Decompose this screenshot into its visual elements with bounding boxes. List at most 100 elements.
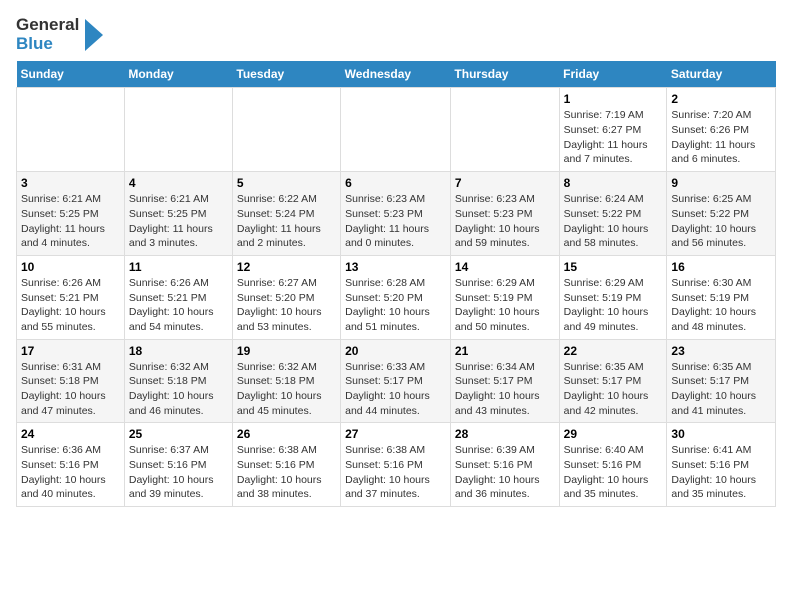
calendar-cell: 26 Sunrise: 6:38 AM Sunset: 5:16 PM Dayli… [232,423,340,507]
calendar-cell: 17Sunrise: 6:31 AM Sunset: 5:18 PM Dayli… [17,339,125,423]
day-info: Sunrise: 6:35 AM Sunset: 5:17 PM Dayligh… [671,360,771,419]
calendar-cell: 23 Sunrise: 6:35 AM Sunset: 5:17 PM Dayli… [667,339,776,423]
day-number: 28 [455,427,555,441]
calendar-cell: 8 Sunrise: 6:24 AM Sunset: 5:22 PM Daylig… [559,172,667,256]
calendar-cell: 14 Sunrise: 6:29 AM Sunset: 5:19 PM Dayli… [450,255,559,339]
day-number: 20 [345,344,446,358]
day-number: 23 [671,344,771,358]
day-info: Sunrise: 6:36 AM Sunset: 5:16 PM Dayligh… [21,443,120,502]
calendar-cell: 1Sunrise: 7:19 AM Sunset: 6:27 PM Daylig… [559,88,667,172]
day-info: Sunrise: 6:33 AM Sunset: 5:17 PM Dayligh… [345,360,446,419]
weekday-header-tuesday: Tuesday [232,61,340,88]
weekday-header-row: SundayMondayTuesdayWednesdayThursdayFrid… [17,61,776,88]
day-number: 19 [237,344,336,358]
calendar-cell: 3 Sunrise: 6:21 AM Sunset: 5:25 PM Daylig… [17,172,125,256]
day-number: 29 [564,427,663,441]
day-number: 14 [455,260,555,274]
day-info: Sunrise: 7:19 AM Sunset: 6:27 PM Dayligh… [564,108,663,167]
logo-blue-text: Blue [16,35,79,54]
calendar-cell [341,88,451,172]
day-info: Sunrise: 6:27 AM Sunset: 5:20 PM Dayligh… [237,276,336,335]
day-info: Sunrise: 6:37 AM Sunset: 5:16 PM Dayligh… [129,443,228,502]
day-info: Sunrise: 6:32 AM Sunset: 5:18 PM Dayligh… [237,360,336,419]
calendar-cell: 19 Sunrise: 6:32 AM Sunset: 5:18 PM Dayli… [232,339,340,423]
calendar-cell: 7 Sunrise: 6:23 AM Sunset: 5:23 PM Daylig… [450,172,559,256]
day-number: 26 [237,427,336,441]
weekday-header-sunday: Sunday [17,61,125,88]
day-info: Sunrise: 6:38 AM Sunset: 5:16 PM Dayligh… [237,443,336,502]
weekday-header-wednesday: Wednesday [341,61,451,88]
day-info: Sunrise: 6:29 AM Sunset: 5:19 PM Dayligh… [455,276,555,335]
calendar-cell [450,88,559,172]
day-info: Sunrise: 6:35 AM Sunset: 5:17 PM Dayligh… [564,360,663,419]
calendar-cell: 18 Sunrise: 6:32 AM Sunset: 5:18 PM Dayli… [124,339,232,423]
calendar-cell: 6 Sunrise: 6:23 AM Sunset: 5:23 PM Daylig… [341,172,451,256]
calendar-cell: 30 Sunrise: 6:41 AM Sunset: 5:16 PM Dayli… [667,423,776,507]
calendar-table: SundayMondayTuesdayWednesdayThursdayFrid… [16,61,776,507]
calendar-cell: 27 Sunrise: 6:38 AM Sunset: 5:16 PM Dayli… [341,423,451,507]
day-info: Sunrise: 6:25 AM Sunset: 5:22 PM Dayligh… [671,192,771,251]
day-number: 30 [671,427,771,441]
day-info: Sunrise: 6:41 AM Sunset: 5:16 PM Dayligh… [671,443,771,502]
logo-chevron-icon [83,17,105,53]
weekday-header-monday: Monday [124,61,232,88]
day-info: Sunrise: 6:34 AM Sunset: 5:17 PM Dayligh… [455,360,555,419]
week-row-5: 24Sunrise: 6:36 AM Sunset: 5:16 PM Dayli… [17,423,776,507]
calendar-cell: 28 Sunrise: 6:39 AM Sunset: 5:16 PM Dayli… [450,423,559,507]
day-number: 5 [237,176,336,190]
week-row-2: 3 Sunrise: 6:21 AM Sunset: 5:25 PM Daylig… [17,172,776,256]
calendar-cell: 11 Sunrise: 6:26 AM Sunset: 5:21 PM Dayli… [124,255,232,339]
calendar-cell [232,88,340,172]
calendar-cell: 15 Sunrise: 6:29 AM Sunset: 5:19 PM Dayli… [559,255,667,339]
day-number: 25 [129,427,228,441]
calendar-cell: 20 Sunrise: 6:33 AM Sunset: 5:17 PM Dayli… [341,339,451,423]
day-number: 11 [129,260,228,274]
calendar-cell: 21Sunrise: 6:34 AM Sunset: 5:17 PM Dayli… [450,339,559,423]
calendar-cell [17,88,125,172]
day-number: 18 [129,344,228,358]
logo: General Blue [16,16,105,53]
day-number: 3 [21,176,120,190]
day-info: Sunrise: 6:23 AM Sunset: 5:23 PM Dayligh… [455,192,555,251]
day-info: Sunrise: 6:32 AM Sunset: 5:18 PM Dayligh… [129,360,228,419]
day-number: 16 [671,260,771,274]
day-info: Sunrise: 6:26 AM Sunset: 5:21 PM Dayligh… [129,276,228,335]
day-info: Sunrise: 6:30 AM Sunset: 5:19 PM Dayligh… [671,276,771,335]
weekday-header-saturday: Saturday [667,61,776,88]
week-row-4: 17Sunrise: 6:31 AM Sunset: 5:18 PM Dayli… [17,339,776,423]
calendar-cell [124,88,232,172]
calendar-cell: 5 Sunrise: 6:22 AM Sunset: 5:24 PM Daylig… [232,172,340,256]
day-info: Sunrise: 6:21 AM Sunset: 5:25 PM Dayligh… [21,192,120,251]
calendar-cell: 29 Sunrise: 6:40 AM Sunset: 5:16 PM Dayli… [559,423,667,507]
day-info: Sunrise: 6:24 AM Sunset: 5:22 PM Dayligh… [564,192,663,251]
day-info: Sunrise: 6:40 AM Sunset: 5:16 PM Dayligh… [564,443,663,502]
day-number: 10 [21,260,120,274]
day-number: 15 [564,260,663,274]
logo-general-text: General [16,16,79,35]
calendar-cell: 13Sunrise: 6:28 AM Sunset: 5:20 PM Dayli… [341,255,451,339]
weekday-header-thursday: Thursday [450,61,559,88]
week-row-1: 1Sunrise: 7:19 AM Sunset: 6:27 PM Daylig… [17,88,776,172]
day-info: Sunrise: 6:38 AM Sunset: 5:16 PM Dayligh… [345,443,446,502]
day-number: 6 [345,176,446,190]
calendar-cell: 22 Sunrise: 6:35 AM Sunset: 5:17 PM Dayli… [559,339,667,423]
calendar-cell: 10Sunrise: 6:26 AM Sunset: 5:21 PM Dayli… [17,255,125,339]
day-info: Sunrise: 6:31 AM Sunset: 5:18 PM Dayligh… [21,360,120,419]
day-info: Sunrise: 6:23 AM Sunset: 5:23 PM Dayligh… [345,192,446,251]
calendar-cell: 16 Sunrise: 6:30 AM Sunset: 5:19 PM Dayli… [667,255,776,339]
day-number: 7 [455,176,555,190]
weekday-header-friday: Friday [559,61,667,88]
day-number: 13 [345,260,446,274]
day-number: 8 [564,176,663,190]
day-info: Sunrise: 6:39 AM Sunset: 5:16 PM Dayligh… [455,443,555,502]
header: General Blue [16,16,776,53]
day-info: Sunrise: 6:22 AM Sunset: 5:24 PM Dayligh… [237,192,336,251]
day-number: 22 [564,344,663,358]
day-info: Sunrise: 6:21 AM Sunset: 5:25 PM Dayligh… [129,192,228,251]
day-number: 27 [345,427,446,441]
day-number: 2 [671,92,771,106]
day-info: Sunrise: 6:29 AM Sunset: 5:19 PM Dayligh… [564,276,663,335]
week-row-3: 10 Sunrise: 6:26 AM Sunset: 5:21 PM Dayli… [17,255,776,339]
calendar-cell: 25 Sunrise: 6:37 AM Sunset: 5:16 PM Dayli… [124,423,232,507]
calendar-cell: 9Sunrise: 6:25 AM Sunset: 5:22 PM Daylig… [667,172,776,256]
